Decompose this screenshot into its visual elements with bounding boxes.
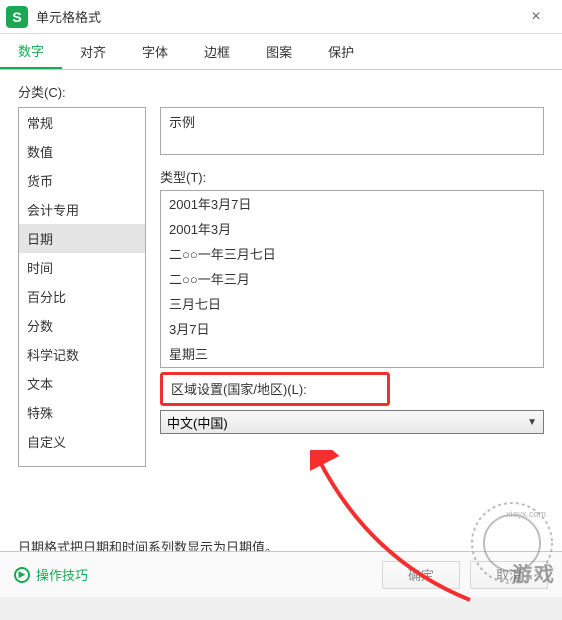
tab-pattern[interactable]: 图案: [248, 34, 310, 69]
titlebar: S 单元格格式 ×: [0, 0, 562, 34]
cat-scientific[interactable]: 科学记数: [19, 340, 145, 369]
type-item[interactable]: 3月7日: [161, 316, 543, 341]
locale-value: 中文(中国): [167, 413, 228, 432]
cat-accounting[interactable]: 会计专用: [19, 195, 145, 224]
type-item[interactable]: 星期三: [161, 341, 543, 366]
category-list[interactable]: 常规 数值 货币 会计专用 日期 时间 百分比 分数 科学记数 文本 特殊 自定…: [18, 107, 146, 467]
right-pane: 示例 类型(T): 2001年3月7日 2001年3月 二○○一年三月七日 二○…: [160, 107, 544, 467]
chevron-down-icon: ▼: [527, 417, 537, 428]
tab-border[interactable]: 边框: [186, 34, 248, 69]
tab-align[interactable]: 对齐: [62, 34, 124, 69]
locale-label: 区域设置(国家/地区)(L):: [171, 382, 307, 397]
content-area: 分类(C): 常规 数值 货币 会计专用 日期 时间 百分比 分数 科学记数 文…: [0, 70, 562, 551]
close-button[interactable]: ×: [516, 0, 556, 34]
type-label: 类型(T):: [160, 167, 544, 186]
category-label: 分类(C):: [18, 82, 544, 101]
tips-label: 操作技巧: [36, 565, 88, 584]
cat-general[interactable]: 常规: [19, 108, 145, 137]
cat-time[interactable]: 时间: [19, 253, 145, 282]
cat-currency[interactable]: 货币: [19, 166, 145, 195]
play-icon: ▶: [14, 567, 30, 583]
tab-protect[interactable]: 保护: [310, 34, 372, 69]
cat-text[interactable]: 文本: [19, 369, 145, 398]
footer: ▶ 操作技巧 确定 取消: [0, 551, 562, 597]
cancel-button[interactable]: 取消: [470, 561, 548, 589]
type-item[interactable]: 二○○一年三月: [161, 266, 543, 291]
cat-special[interactable]: 特殊: [19, 398, 145, 427]
window-title: 单元格格式: [36, 7, 516, 26]
app-icon: S: [6, 6, 28, 28]
locale-label-highlight: 区域设置(国家/地区)(L):: [160, 372, 390, 406]
cat-number[interactable]: 数值: [19, 137, 145, 166]
cat-fraction[interactable]: 分数: [19, 311, 145, 340]
sample-label: 示例: [169, 112, 535, 131]
type-item[interactable]: 二○○一年三月七日: [161, 241, 543, 266]
tab-font[interactable]: 字体: [124, 34, 186, 69]
cat-percent[interactable]: 百分比: [19, 282, 145, 311]
locale-select[interactable]: 中文(中国) ▼: [160, 410, 544, 434]
cat-custom[interactable]: 自定义: [19, 427, 145, 456]
cat-date[interactable]: 日期: [19, 224, 145, 253]
tab-number[interactable]: 数字: [0, 34, 62, 69]
tips-link[interactable]: ▶ 操作技巧: [14, 565, 88, 584]
ok-button[interactable]: 确定: [382, 561, 460, 589]
type-item[interactable]: 三月七日: [161, 291, 543, 316]
type-item[interactable]: 2001年3月: [161, 216, 543, 241]
type-item[interactable]: 2001年3月7日: [161, 191, 543, 216]
type-list[interactable]: 2001年3月7日 2001年3月 二○○一年三月七日 二○○一年三月 三月七日…: [160, 190, 544, 368]
tab-bar: 数字 对齐 字体 边框 图案 保护: [0, 34, 562, 70]
sample-box: 示例: [160, 107, 544, 155]
